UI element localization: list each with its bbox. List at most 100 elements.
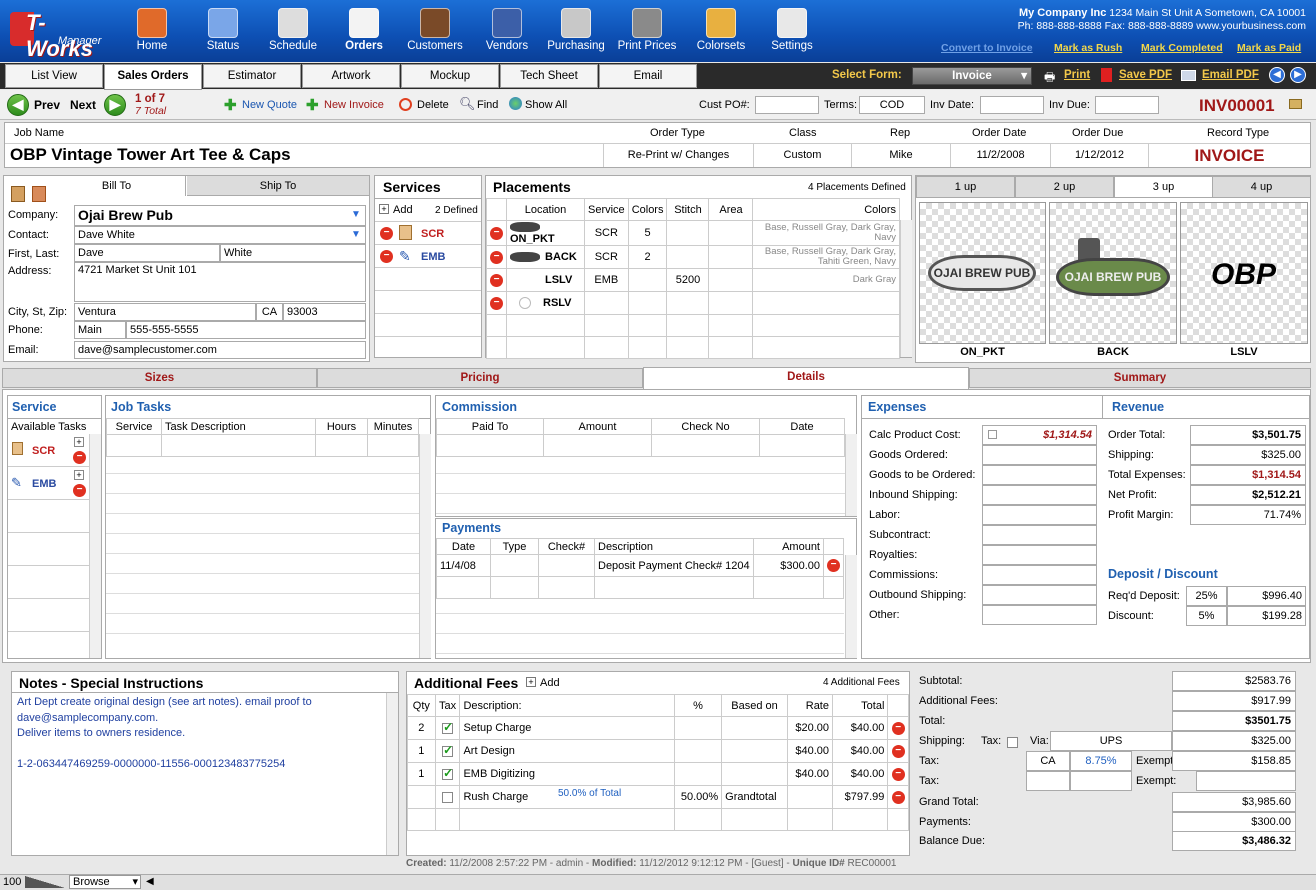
nav-colorsets[interactable]: Colorsets bbox=[682, 4, 760, 60]
nav-customers[interactable]: Customers bbox=[396, 4, 474, 60]
expense-field[interactable] bbox=[982, 585, 1097, 605]
tab-bill-to[interactable]: Bill To bbox=[48, 176, 186, 196]
fee-qty[interactable]: 2 bbox=[407, 716, 436, 740]
contact-card-icon[interactable] bbox=[11, 186, 25, 202]
table-cell[interactable] bbox=[486, 336, 507, 359]
inv-due-field[interactable] bbox=[1095, 96, 1159, 114]
folder-icon[interactable] bbox=[1289, 99, 1302, 109]
nav-vendors[interactable]: Vendors bbox=[468, 4, 546, 60]
notes-scrollbar[interactable] bbox=[386, 693, 398, 855]
table-cell[interactable] bbox=[673, 808, 723, 831]
placement-area[interactable] bbox=[708, 220, 754, 246]
form-select[interactable]: Invoice ▾ bbox=[912, 67, 1032, 85]
placement-row[interactable]: − BACK SCR 2 Base, Russell Gray, Dark Gray, … bbox=[486, 245, 900, 269]
tab-3-up[interactable]: 3 up bbox=[1114, 176, 1213, 198]
fees-add-button[interactable]: Add bbox=[540, 677, 560, 689]
find-button[interactable]: Find bbox=[477, 99, 498, 111]
inv-date-field[interactable] bbox=[980, 96, 1044, 114]
tab-ship-to[interactable]: Ship To bbox=[187, 176, 369, 196]
via-field[interactable]: UPS bbox=[1050, 731, 1172, 751]
tab-sales-orders[interactable]: Sales Orders bbox=[104, 64, 202, 90]
address-field[interactable]: 4721 Market St Unit 101 bbox=[74, 262, 366, 302]
delete-button[interactable]: Delete bbox=[417, 99, 449, 111]
fee-rate[interactable]: $20.00 bbox=[786, 716, 834, 740]
prev-arrow-icon[interactable]: ◀ bbox=[7, 94, 29, 116]
mockup-image-back[interactable]: OJAI BREW PUB bbox=[1049, 202, 1177, 344]
state-field[interactable]: CA bbox=[256, 303, 283, 321]
fee-description[interactable]: EMB Digitizing bbox=[459, 762, 675, 786]
chevron-down-icon[interactable]: ▼ bbox=[351, 209, 361, 220]
table-cell[interactable] bbox=[708, 314, 754, 337]
table-cell[interactable] bbox=[721, 808, 788, 831]
fee-percent[interactable] bbox=[673, 762, 723, 786]
placement-row[interactable]: − LSLV EMB 5200 Dark Gray bbox=[486, 268, 900, 292]
placement-stitch[interactable]: 5200 bbox=[666, 268, 710, 292]
fee-description[interactable]: Setup Charge bbox=[459, 716, 675, 740]
fee-percent[interactable] bbox=[673, 739, 723, 763]
remove-icon[interactable]: − bbox=[827, 559, 840, 572]
fee-percent[interactable] bbox=[673, 716, 723, 740]
fee-qty[interactable]: 1 bbox=[407, 739, 436, 763]
last-name-field[interactable]: White bbox=[220, 244, 366, 262]
tab-details[interactable]: Details bbox=[643, 367, 969, 390]
cust-po-field[interactable] bbox=[755, 96, 819, 114]
expense-field[interactable] bbox=[982, 445, 1097, 465]
services-add-button[interactable]: Add bbox=[393, 204, 413, 216]
expense-field[interactable] bbox=[982, 505, 1097, 525]
fee-qty[interactable]: 1 bbox=[407, 762, 436, 786]
tab-2-up[interactable]: 2 up bbox=[1015, 176, 1114, 198]
tasks-scrollbar[interactable] bbox=[89, 434, 101, 658]
mockup-image-lslv[interactable]: OBP bbox=[1180, 202, 1308, 344]
tax-rate-field[interactable]: 8.75% bbox=[1070, 751, 1132, 771]
remove-icon[interactable]: − bbox=[490, 250, 503, 264]
tax-state-field[interactable]: CA bbox=[1026, 751, 1070, 771]
zoom-control-icon[interactable] bbox=[25, 876, 65, 888]
table-cell[interactable] bbox=[627, 336, 668, 359]
shipping-tax-checkbox[interactable] bbox=[1007, 736, 1018, 748]
first-name-field[interactable]: Dave bbox=[74, 244, 220, 262]
table-cell[interactable] bbox=[434, 808, 461, 831]
tab-artwork[interactable]: Artwork bbox=[302, 64, 400, 88]
notes-field[interactable]: Art Dept create original design (see art… bbox=[17, 695, 385, 772]
placement-color-list[interactable]: Base, Russell Gray, Dark Gray, Tahiti Gr… bbox=[752, 245, 900, 269]
table-cell[interactable] bbox=[506, 336, 585, 359]
reqd-deposit-pct[interactable]: 25% bbox=[1186, 586, 1227, 606]
payment-check[interactable] bbox=[538, 554, 595, 577]
order-type-field[interactable]: Re-Print w/ Changes bbox=[603, 144, 753, 167]
terms-field[interactable]: COD bbox=[859, 96, 925, 114]
placement-area[interactable] bbox=[708, 245, 754, 269]
commission-scrollbar[interactable] bbox=[845, 434, 857, 516]
scroll-left-icon[interactable]: ◀ bbox=[146, 876, 154, 887]
expense-field[interactable]: $1,314.54 bbox=[982, 425, 1097, 445]
zip-field[interactable]: 93003 bbox=[283, 303, 366, 321]
expense-field[interactable] bbox=[982, 525, 1097, 545]
tab-list-view[interactable]: List View bbox=[5, 64, 103, 88]
table-cell[interactable] bbox=[407, 808, 436, 831]
fee-qty[interactable] bbox=[407, 785, 436, 809]
tab-mockup[interactable]: Mockup bbox=[401, 64, 499, 88]
fee-rate[interactable] bbox=[786, 785, 834, 809]
prev-button[interactable]: Prev bbox=[34, 98, 60, 112]
remove-icon[interactable]: − bbox=[73, 451, 86, 464]
tax-checkbox[interactable] bbox=[442, 720, 453, 734]
nav-orders[interactable]: Orders bbox=[325, 4, 403, 60]
payment-description[interactable]: Deposit Payment Check# 1204 bbox=[594, 554, 754, 577]
placement-colors[interactable]: 2 bbox=[627, 245, 668, 269]
fee-description[interactable]: Art Design bbox=[459, 739, 675, 763]
remove-icon[interactable]: − bbox=[380, 227, 393, 240]
class-field[interactable]: Custom bbox=[753, 144, 851, 167]
placement-colors[interactable] bbox=[627, 268, 668, 292]
placement-service[interactable]: EMB bbox=[584, 268, 629, 292]
rep-field[interactable]: Mike bbox=[851, 144, 950, 167]
tab-1-up[interactable]: 1 up bbox=[916, 176, 1015, 198]
nav-purchasing[interactable]: Purchasing bbox=[537, 4, 615, 60]
table-cell[interactable] bbox=[708, 336, 754, 359]
mode-select[interactable]: Browse ▾ bbox=[69, 875, 141, 889]
discount-pct[interactable]: 5% bbox=[1186, 606, 1227, 626]
show-all-button[interactable]: Show All bbox=[525, 99, 567, 111]
placements-scrollbar[interactable] bbox=[900, 220, 912, 357]
next-arrow-icon[interactable]: ▶ bbox=[104, 94, 126, 116]
payment-date[interactable]: 11/4/08 bbox=[436, 554, 491, 577]
placement-stitch[interactable] bbox=[666, 220, 710, 246]
save-pdf-link[interactable]: Save PDF bbox=[1119, 69, 1172, 81]
